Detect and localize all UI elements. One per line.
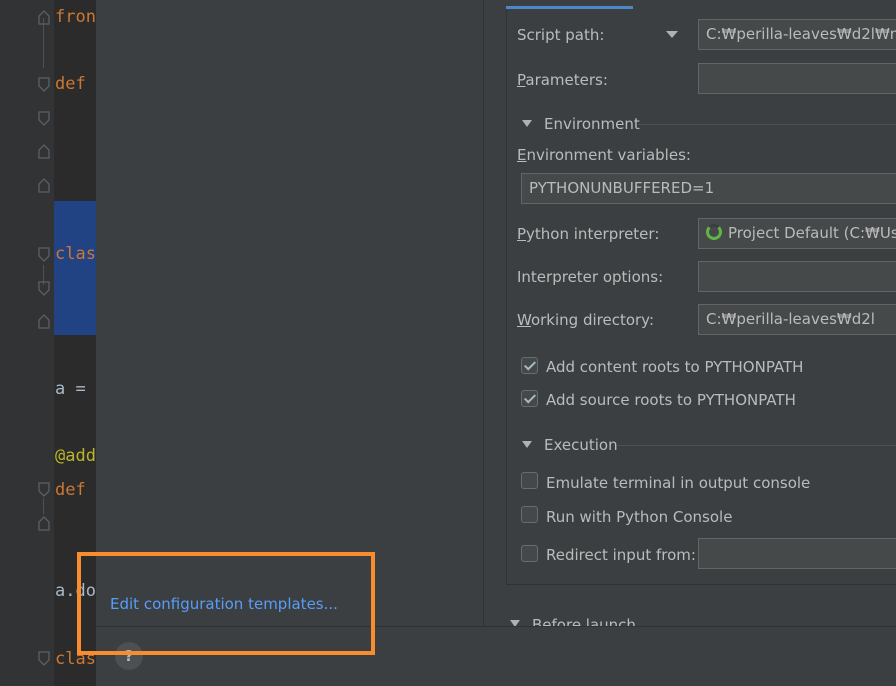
source-roots-checkbox[interactable]	[521, 390, 538, 407]
interpreter-options-label: Interpreter options:	[517, 268, 664, 286]
configurations-tree-pane: Edit configuration templates...	[96, 0, 484, 626]
parameters-input[interactable]	[698, 63, 896, 94]
redirect-input-label[interactable]: Redirect input from:	[546, 546, 696, 564]
python-interpreter-select[interactable]: Project Default (C:₩User	[698, 218, 896, 249]
ide-window: fron def clas a = @add def a.do clas Edi…	[0, 0, 896, 686]
chevron-down-icon[interactable]	[666, 31, 678, 38]
emulate-terminal-label[interactable]: Emulate terminal in output console	[546, 474, 810, 492]
section-divider	[638, 124, 896, 125]
code-line[interactable]: a =	[55, 379, 86, 399]
fold-start-icon[interactable]	[37, 280, 51, 298]
before-launch-section-title[interactable]: Before launch	[532, 616, 636, 626]
interpreter-options-input[interactable]	[698, 261, 896, 292]
content-roots-label[interactable]: Add content roots to PYTHONPATH	[546, 358, 803, 376]
code-line[interactable]: def	[55, 74, 86, 94]
fold-end-icon[interactable]	[37, 312, 51, 330]
content-roots-checkbox[interactable]	[521, 357, 538, 374]
collapse-triangle-icon[interactable]	[522, 441, 532, 448]
python-console-checkbox[interactable]	[521, 506, 538, 523]
environment-variables-label: Environment variables:	[517, 146, 691, 164]
editor-gutter	[0, 0, 54, 686]
configuration-panel	[506, 9, 896, 585]
source-roots-label[interactable]: Add source roots to PYTHONPATH	[546, 391, 796, 409]
code-line[interactable]: clas	[55, 244, 96, 264]
environment-variables-input[interactable]: PYTHONUNBUFFERED=1	[521, 173, 896, 204]
script-path-label: Script path:	[517, 26, 605, 44]
fold-end-icon[interactable]	[37, 514, 51, 532]
code-line[interactable]: fron	[55, 7, 96, 27]
execution-section-title[interactable]: Execution	[544, 436, 618, 454]
redirect-input-field[interactable]	[698, 538, 896, 569]
parameters-label: Parameters:	[517, 71, 608, 89]
highlight-annotation-box	[77, 552, 375, 655]
fold-end-icon[interactable]	[37, 8, 51, 26]
script-path-input[interactable]: C:₩perilla-leaves₩d2l₩main	[698, 19, 896, 50]
working-directory-label: Working directory:	[517, 311, 655, 329]
fold-start-icon[interactable]	[37, 76, 51, 94]
code-line[interactable]: def	[55, 480, 86, 500]
fold-end-icon[interactable]	[37, 142, 51, 160]
fold-start-icon[interactable]	[37, 110, 51, 128]
fold-start-icon[interactable]	[37, 650, 51, 668]
code-line[interactable]: @add	[55, 446, 96, 466]
selection-highlight	[54, 201, 96, 335]
section-divider	[618, 445, 896, 446]
fold-start-icon[interactable]	[37, 246, 51, 264]
python-interpreter-label: Python interpreter:	[517, 225, 660, 243]
fold-guide	[43, 498, 44, 514]
collapse-triangle-icon[interactable]	[522, 120, 532, 127]
fold-end-icon[interactable]	[37, 176, 51, 194]
fold-start-icon[interactable]	[37, 481, 51, 499]
working-directory-input[interactable]: C:₩perilla-leaves₩d2l	[698, 304, 896, 335]
python-console-label[interactable]: Run with Python Console	[546, 508, 732, 526]
python-interpreter-value: Project Default (C:₩User	[728, 224, 896, 242]
python-loading-icon	[706, 224, 722, 240]
environment-section-title[interactable]: Environment	[544, 115, 640, 133]
emulate-terminal-checkbox[interactable]	[521, 472, 538, 489]
redirect-input-checkbox[interactable]	[521, 545, 538, 562]
